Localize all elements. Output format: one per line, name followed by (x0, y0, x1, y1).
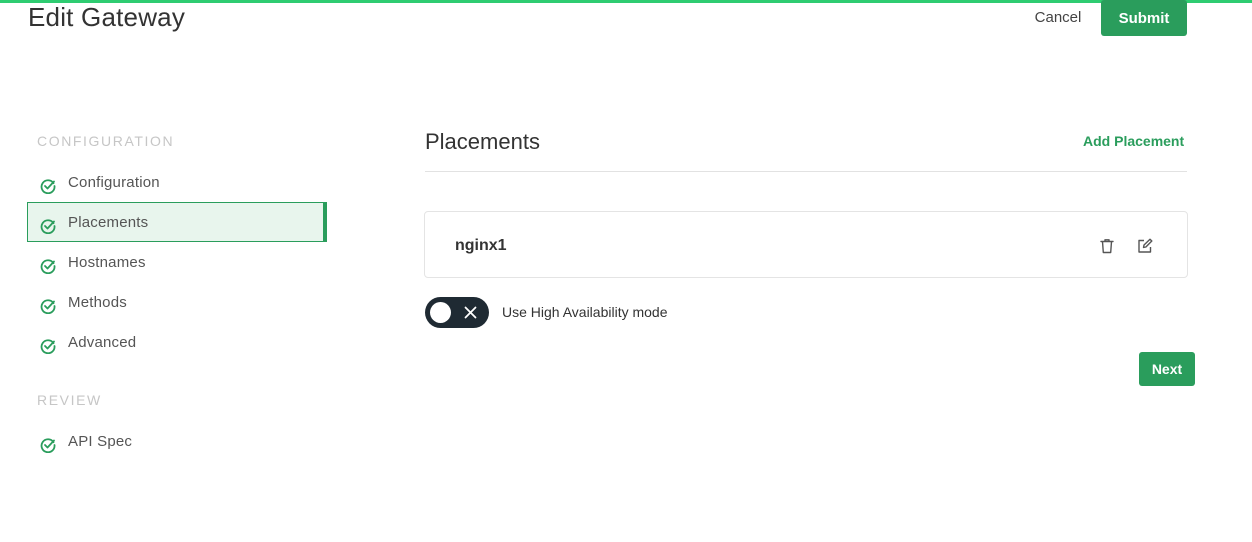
sidebar-item-label: API Spec (68, 432, 133, 450)
sidebar-item-label: Advanced (68, 333, 137, 351)
check-circle-icon (40, 179, 56, 194)
section-title: Placements (425, 129, 540, 154)
divider (425, 171, 1187, 172)
cancel-button[interactable]: Cancel (1025, 3, 1091, 31)
check-circle-icon (40, 219, 56, 234)
sidebar-item-label: Hostnames (68, 253, 146, 271)
sidebar-item-hostnames[interactable]: Hostnames (27, 242, 327, 282)
sidebar-heading-configuration: CONFIGURATION (37, 133, 175, 149)
sidebar-heading-review: REVIEW (37, 392, 102, 408)
sidebar-item-label: Placements (68, 213, 149, 231)
close-icon (464, 306, 477, 319)
placement-name: nginx1 (455, 237, 507, 254)
check-circle-icon (40, 438, 56, 453)
page-title: Edit Gateway (28, 2, 186, 32)
sidebar-item-methods[interactable]: Methods (27, 282, 327, 322)
check-circle-icon (40, 339, 56, 354)
check-circle-icon (40, 299, 56, 314)
sidebar-item-configuration[interactable]: Configuration (27, 162, 327, 202)
next-button[interactable]: Next (1139, 352, 1195, 386)
add-placement-button[interactable]: Add Placement (1083, 133, 1184, 149)
sidebar-item-placements[interactable]: Placements (27, 202, 327, 242)
sidebar-item-label: Configuration (68, 173, 160, 191)
high-availability-toggle[interactable] (425, 297, 489, 328)
submit-button[interactable]: Submit (1101, 0, 1187, 36)
trash-icon[interactable] (1098, 237, 1116, 255)
sidebar-item-label: Methods (68, 293, 127, 311)
edit-icon[interactable] (1136, 237, 1154, 255)
high-availability-label: Use High Availability mode (502, 304, 668, 320)
toggle-knob (430, 302, 451, 323)
placement-card: nginx1 (424, 211, 1188, 278)
sidebar-item-api-spec[interactable]: API Spec (27, 421, 327, 461)
sidebar-item-advanced[interactable]: Advanced (27, 322, 327, 362)
edit-gateway-page: Edit Gateway Cancel Submit CONFIGURATION… (0, 0, 1252, 542)
check-circle-icon (40, 259, 56, 274)
